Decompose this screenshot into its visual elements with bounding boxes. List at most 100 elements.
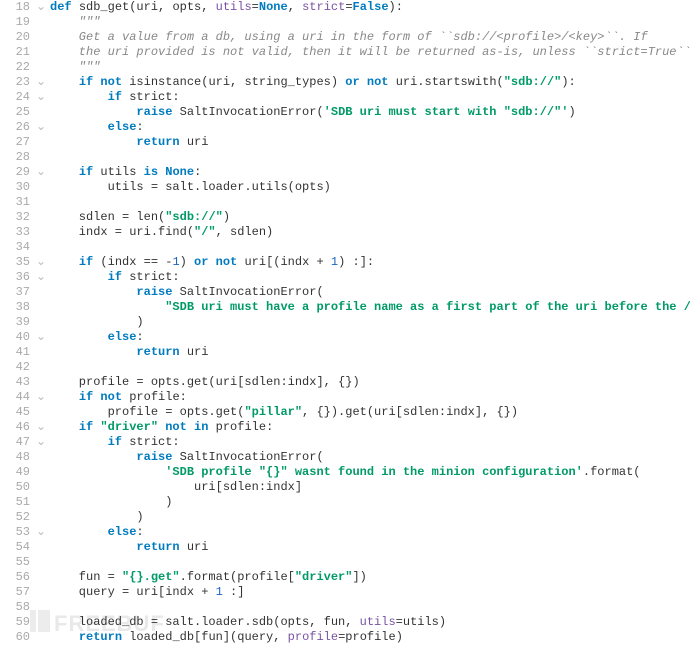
code-line: ⌄ if not profile: — [36, 390, 690, 405]
fold-spacer — [36, 600, 50, 615]
code-line: return uri — [36, 540, 690, 555]
code-token — [50, 630, 79, 644]
code-token: if — [79, 420, 101, 434]
code-line: profile = opts.get(uri[sdlen:indx], {}) — [36, 375, 690, 390]
code-token: SaltInvocationError( — [180, 285, 324, 299]
code-token — [50, 465, 165, 479]
fold-toggle-icon[interactable]: ⌄ — [36, 435, 50, 450]
code-token: profile — [288, 630, 338, 644]
code-token: """ — [50, 60, 100, 74]
line-number: 60 — [0, 630, 30, 645]
code-token: uri — [187, 345, 209, 359]
line-number: 49 — [0, 465, 30, 480]
fold-spacer — [36, 615, 50, 630]
code-token: SaltInvocationError( — [180, 105, 324, 119]
fold-spacer — [36, 570, 50, 585]
fold-spacer — [36, 15, 50, 30]
line-number: 51 — [0, 495, 30, 510]
fold-toggle-icon[interactable]: ⌄ — [36, 0, 50, 15]
code-content: ⌄def sdb_get(uri, opts, utils=None, stri… — [36, 0, 690, 645]
code-line — [36, 360, 690, 375]
code-token: strict: — [129, 270, 179, 284]
line-number: 25 — [0, 105, 30, 120]
code-token: or not — [194, 255, 244, 269]
code-token: False — [353, 0, 389, 14]
code-token: "SDB uri must have a profile name as a f… — [165, 300, 690, 314]
code-token: if — [79, 165, 101, 179]
fold-toggle-icon[interactable]: ⌄ — [36, 420, 50, 435]
code-token: profile: — [129, 390, 187, 404]
line-number: 22 — [0, 60, 30, 75]
line-number: 33 — [0, 225, 30, 240]
fold-toggle-icon[interactable]: ⌄ — [36, 120, 50, 135]
code-token: ) — [50, 495, 172, 509]
code-token: :] — [223, 585, 245, 599]
code-token — [50, 135, 136, 149]
fold-toggle-icon[interactable]: ⌄ — [36, 75, 50, 90]
code-token: return — [136, 135, 186, 149]
fold-spacer — [36, 510, 50, 525]
code-token: return — [136, 540, 186, 554]
fold-toggle-icon[interactable]: ⌄ — [36, 330, 50, 345]
code-token: 'SDB uri must start with "sdb://"' — [324, 105, 569, 119]
code-token: utils — [100, 165, 143, 179]
code-line: """ — [36, 60, 690, 75]
fold-toggle-icon[interactable]: ⌄ — [36, 165, 50, 180]
code-token: strict: — [129, 90, 179, 104]
fold-toggle-icon[interactable]: ⌄ — [36, 255, 50, 270]
fold-spacer — [36, 315, 50, 330]
code-token: sdb_get — [79, 0, 129, 14]
code-token: utils — [360, 615, 396, 629]
line-number: 48 — [0, 450, 30, 465]
code-token: else — [108, 330, 137, 344]
code-token: profile = opts.get( — [50, 405, 244, 419]
fold-toggle-icon[interactable]: ⌄ — [36, 390, 50, 405]
code-token: : — [194, 165, 201, 179]
fold-spacer — [36, 300, 50, 315]
fold-spacer — [36, 405, 50, 420]
code-token — [50, 450, 136, 464]
line-number: 57 — [0, 585, 30, 600]
code-line: the uri provided is not valid, then it w… — [36, 45, 690, 60]
code-line — [36, 600, 690, 615]
code-line — [36, 240, 690, 255]
line-number: 42 — [0, 360, 30, 375]
code-token: raise — [136, 285, 179, 299]
line-number-gutter: 1819202122232425262728293031323334353637… — [0, 0, 36, 645]
line-number: 19 — [0, 15, 30, 30]
code-token: SaltInvocationError( — [180, 450, 324, 464]
code-token: (uri, string_types) — [201, 75, 345, 89]
code-token: "sdb://" — [504, 75, 562, 89]
code-token: return — [136, 345, 186, 359]
line-number: 54 — [0, 540, 30, 555]
code-line: raise SaltInvocationError( — [36, 450, 690, 465]
line-number: 38 — [0, 300, 30, 315]
fold-spacer — [36, 30, 50, 45]
code-line: ⌄ else: — [36, 525, 690, 540]
code-token: uri[(indx + — [244, 255, 330, 269]
code-token: uri — [187, 135, 209, 149]
line-number: 18 — [0, 0, 30, 15]
code-line: query = uri[indx + 1 :] — [36, 585, 690, 600]
fold-toggle-icon[interactable]: ⌄ — [36, 270, 50, 285]
fold-toggle-icon[interactable]: ⌄ — [36, 525, 50, 540]
code-token: strict — [302, 0, 345, 14]
code-line: ⌄ else: — [36, 330, 690, 345]
code-token: profile: — [216, 420, 274, 434]
code-line: ⌄ if not isinstance(uri, string_types) o… — [36, 75, 690, 90]
code-token — [50, 120, 108, 134]
fold-spacer — [36, 285, 50, 300]
line-number: 59 — [0, 615, 30, 630]
code-line — [36, 195, 690, 210]
code-token: .format( — [583, 465, 641, 479]
code-token: ) — [569, 105, 576, 119]
fold-toggle-icon[interactable]: ⌄ — [36, 90, 50, 105]
code-token: query = uri[indx + — [50, 585, 216, 599]
code-token: indx = uri.find( — [50, 225, 194, 239]
code-line: raise SaltInvocationError( — [36, 285, 690, 300]
code-line: ⌄ if (indx == -1) or not uri[(indx + 1) … — [36, 255, 690, 270]
code-token: the uri provided is not valid, then it w… — [50, 45, 690, 59]
fold-spacer — [36, 45, 50, 60]
code-line: utils = salt.loader.utils(opts) — [36, 180, 690, 195]
code-token — [50, 255, 79, 269]
